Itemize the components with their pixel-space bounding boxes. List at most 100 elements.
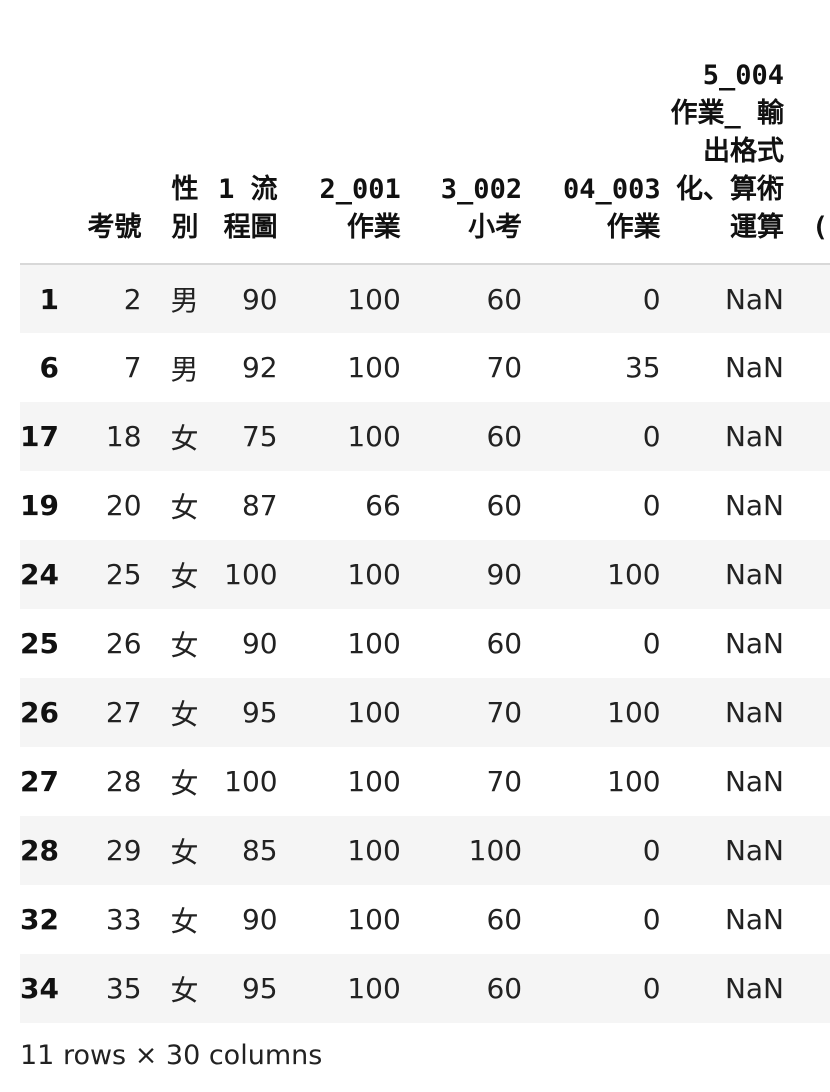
table-cell: 90 <box>241 627 278 660</box>
table-cell: 33 <box>105 903 142 936</box>
dataframe-table: 考號 性別 1 流程圖 2_001 作業 3_002 小考 04_003 作業 … <box>20 0 830 1023</box>
table-cell: 95 <box>241 696 278 729</box>
table-cell: 女 <box>170 766 199 800</box>
table-cell: NaN <box>724 351 785 384</box>
table-cell-truncated <box>790 333 830 402</box>
row-index: 27 <box>20 765 59 798</box>
table-cell: 95 <box>241 972 278 1005</box>
table-cell: NaN <box>724 765 785 798</box>
table-cell: 100 <box>347 834 401 867</box>
table-cell: 100 <box>347 765 401 798</box>
table-cell: 女 <box>170 559 199 593</box>
column-header-index <box>20 0 73 265</box>
table-cell: 100 <box>607 765 661 798</box>
table-cell: 70 <box>486 351 523 384</box>
table-cell: 35 <box>624 351 661 384</box>
table-cell: 0 <box>642 489 661 522</box>
table-cell: 女 <box>170 973 199 1007</box>
table-cell: 60 <box>486 489 523 522</box>
table-cell-truncated <box>790 609 830 678</box>
table-cell: NaN <box>724 627 785 660</box>
table-cell: 60 <box>486 627 523 660</box>
table-cell-truncated <box>790 747 830 816</box>
table-cell: 100 <box>347 903 401 936</box>
table-row: 6 7 男 92 100 70 35 NaN <box>20 333 830 402</box>
table-cell-truncated <box>790 402 830 471</box>
column-header-5-004-homework: 5_004 作業_ 輸出格式化、算術運算 <box>666 0 791 265</box>
table-cell: 100 <box>607 558 661 591</box>
table-row: 25 26 女 90 100 60 0 NaN <box>20 609 830 678</box>
table-cell: 70 <box>486 696 523 729</box>
dataframe-output: 考號 性別 1 流程圖 2_001 作業 3_002 小考 04_003 作業 … <box>20 0 830 1023</box>
table-cell: 87 <box>241 489 278 522</box>
table-cell: 60 <box>486 420 523 453</box>
table-cell: 28 <box>105 765 142 798</box>
column-header-04-003-homework: 04_003 作業 <box>528 0 667 265</box>
table-cell: 90 <box>241 903 278 936</box>
table-cell: 男 <box>170 352 199 386</box>
table-row: 27 28 女 100 100 70 100 NaN <box>20 747 830 816</box>
table-cell: 100 <box>347 627 401 660</box>
table-cell: NaN <box>724 558 785 591</box>
table-cell: 35 <box>105 972 142 1005</box>
column-header-flowchart: 1 流程圖 <box>204 0 284 265</box>
table-cell: 90 <box>486 558 523 591</box>
table-cell: 29 <box>105 834 142 867</box>
table-cell-truncated <box>790 816 830 885</box>
table-cell: 0 <box>642 627 661 660</box>
table-cell: 20 <box>105 489 142 522</box>
table-cell-truncated <box>790 954 830 1023</box>
table-cell: 90 <box>241 282 278 316</box>
row-index: 1 <box>39 282 59 316</box>
column-header-exam-number: 考號 <box>72 0 148 265</box>
table-row: 28 29 女 85 100 100 0 NaN <box>20 816 830 885</box>
table-cell: 100 <box>224 765 278 798</box>
table-cell: 100 <box>347 282 401 316</box>
row-index: 24 <box>20 558 59 591</box>
column-header-3-002-quiz: 3_002 小考 <box>406 0 529 265</box>
table-cell: 92 <box>241 351 278 384</box>
table-cell: NaN <box>724 420 785 453</box>
table-cell: 70 <box>486 765 523 798</box>
table-cell: 0 <box>642 420 661 453</box>
header-row: 考號 性別 1 流程圖 2_001 作業 3_002 小考 04_003 作業 … <box>20 0 830 265</box>
table-cell: 女 <box>170 490 199 524</box>
column-header-2-001-homework: 2_001 作業 <box>283 0 407 265</box>
table-cell: NaN <box>724 489 785 522</box>
table-cell: 60 <box>486 903 523 936</box>
table-cell-truncated <box>790 678 830 747</box>
row-index: 26 <box>20 696 59 729</box>
table-cell: 2 <box>123 282 142 316</box>
table-cell: 100 <box>224 558 278 591</box>
table-cell: 100 <box>347 558 401 591</box>
table-cell: NaN <box>724 834 785 867</box>
table-cell: 女 <box>170 835 199 869</box>
table-row: 19 20 女 87 66 60 0 NaN <box>20 471 830 540</box>
table-row: 32 33 女 90 100 60 0 NaN <box>20 885 830 954</box>
table-cell-truncated <box>790 885 830 954</box>
row-index: 17 <box>20 420 59 453</box>
table-cell: 0 <box>642 282 661 316</box>
row-index: 25 <box>20 627 59 660</box>
table-cell: 60 <box>486 972 523 1005</box>
row-index: 19 <box>20 489 59 522</box>
table-cell: NaN <box>724 282 785 316</box>
table-cell: 女 <box>170 904 199 938</box>
row-index: 28 <box>20 834 59 867</box>
table-cell: 男 <box>170 284 199 317</box>
table-cell: 100 <box>468 834 523 867</box>
table-cell: 66 <box>365 489 401 522</box>
table-row: 17 18 女 75 100 60 0 NaN <box>20 402 830 471</box>
table-row: 1 2 男 90 100 60 0 NaN <box>20 264 830 333</box>
table-cell-truncated <box>790 264 830 333</box>
table-cell: 0 <box>642 903 661 936</box>
table-cell: 100 <box>347 972 401 1005</box>
table-cell: 100 <box>347 696 401 729</box>
table-row: 26 27 女 95 100 70 100 NaN <box>20 678 830 747</box>
table-cell: 26 <box>105 627 142 660</box>
table-cell: NaN <box>724 972 785 1005</box>
table-body: 1 2 男 90 100 60 0 NaN 6 7 男 92 100 70 35 NaN 17 18 女 75 100 6… <box>20 264 830 1023</box>
table-cell: 100 <box>347 420 401 453</box>
table-cell: 女 <box>170 697 199 731</box>
table-cell: 75 <box>241 420 278 453</box>
